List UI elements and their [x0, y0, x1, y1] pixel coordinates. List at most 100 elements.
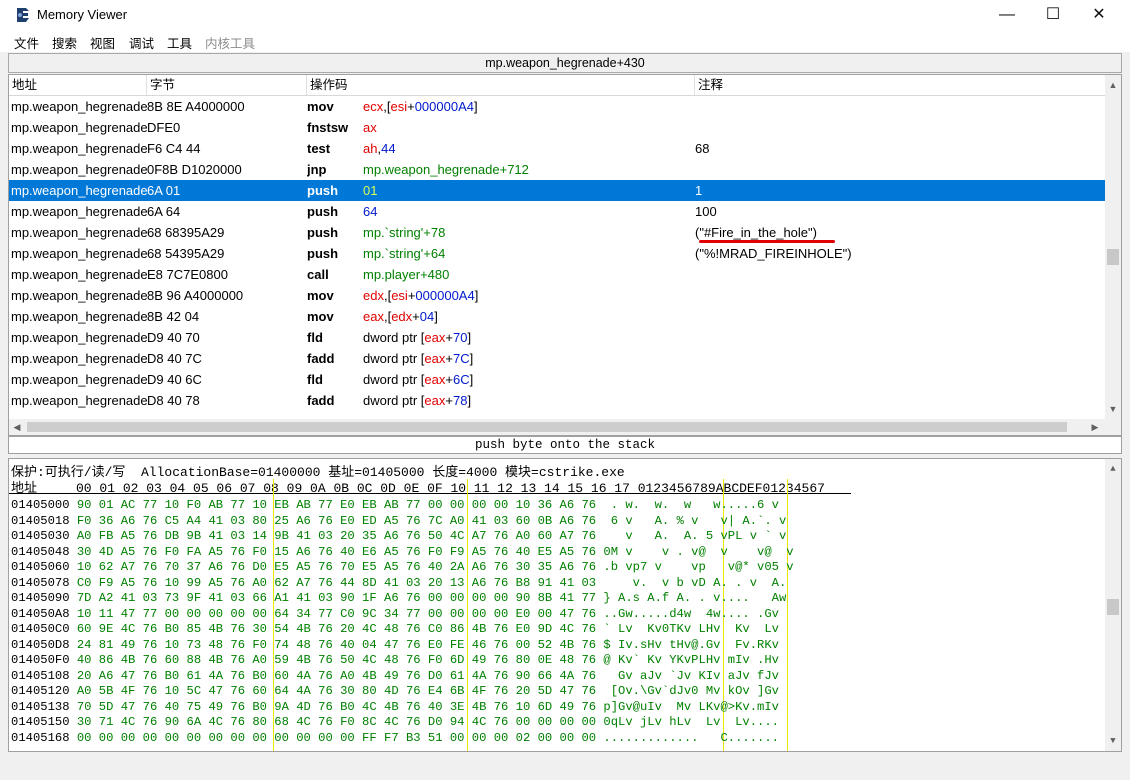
column-comment[interactable]: 注释: [695, 75, 1105, 95]
row-opcode: fnstsw: [307, 120, 349, 135]
row-bytes: DFE0: [147, 120, 181, 135]
hex-row[interactable]: 01405090 7D A2 41 03 73 9F 41 03 66 A1 4…: [11, 591, 786, 607]
row-operands: dword ptr [eax+70]: [363, 327, 693, 348]
row-bytes: D9 40 70: [147, 330, 200, 345]
row-operands: mp.`string'+78: [363, 222, 693, 243]
hex-row[interactable]: 01405000 90 01 AC 77 10 F0 AB 77 10 EB A…: [11, 498, 779, 514]
operand-token: 000000A4: [415, 288, 475, 303]
disassembler-horizontal-thumb[interactable]: [27, 422, 1067, 432]
disassembly-row[interactable]: mp.weapon_hegrenade 8B 96 A4000000 mov edx,…: [9, 285, 1105, 306]
column-opcode[interactable]: 操作码: [307, 75, 695, 95]
row-opcode: fadd: [307, 393, 335, 408]
disassembly-row[interactable]: mp.weapon_hegrenade D9 40 70 fld dword ptr …: [9, 327, 1105, 348]
hex-row-address: 01405108: [11, 668, 77, 683]
hex-row[interactable]: 01405168 00 00 00 00 00 00 00 00 00 00 0…: [11, 731, 779, 747]
hex-row-ascii: Gv aJv `Jv KIv aJv fJv: [603, 668, 779, 683]
hex-row[interactable]: 01405030 A0 FB A5 76 DB 9B 41 03 14 9B 4…: [11, 529, 786, 545]
hex-row[interactable]: 014050A8 10 11 47 77 00 00 00 00 00 64 3…: [11, 607, 779, 623]
scroll-down-arrow-icon[interactable]: ▼: [1105, 401, 1121, 417]
disassembler-vertical-scrollbar[interactable]: ▲ ▼: [1105, 75, 1121, 419]
hex-row[interactable]: 01405138 70 5D 47 76 40 75 49 76 B0 9A 4…: [11, 700, 779, 716]
close-button[interactable]: ✕: [1076, 0, 1122, 30]
hex-row[interactable]: 014050F0 40 86 4B 76 60 88 4B 76 A0 59 4…: [11, 653, 779, 669]
scroll-up-arrow-icon[interactable]: ▲: [1105, 461, 1121, 477]
row-opcode: fadd: [307, 351, 335, 366]
hex-group-separator: [787, 479, 788, 751]
operand-token: mp.`string'+64: [363, 246, 446, 261]
disassembler-address-bar[interactable]: mp.weapon_hegrenade+430: [8, 53, 1122, 73]
disassembler-vertical-thumb[interactable]: [1107, 249, 1119, 265]
row-address: mp.weapon_hegrenade: [11, 225, 147, 240]
cheat-engine-icon: [17, 8, 29, 22]
hex-row[interactable]: 01405060 10 62 A7 76 70 37 A6 76 D0 E5 A…: [11, 560, 794, 576]
title-bar: Memory Viewer — ☐ ✕: [0, 0, 1130, 30]
hex-row[interactable]: 01405150 30 71 4C 76 90 6A 4C 76 80 68 4…: [11, 715, 779, 731]
hex-row[interactable]: 01405018 F0 36 A6 76 C5 A4 41 03 80 25 A…: [11, 514, 786, 530]
scroll-right-arrow-icon[interactable]: ▶: [1087, 419, 1103, 435]
menu-kernel-tools[interactable]: 内核工具: [205, 33, 255, 52]
hex-row[interactable]: 01405048 30 4D A5 76 F0 FA A5 76 F0 15 A…: [11, 545, 794, 561]
scroll-left-arrow-icon[interactable]: ◀: [9, 419, 25, 435]
hex-row-bytes: 60 9E 4C 76 B0 85 4B 76 30 54 4B 76 20 4…: [76, 622, 604, 636]
hex-row-address: 014050D8: [11, 637, 77, 652]
disassembly-row[interactable]: mp.weapon_hegrenade D8 40 7C fadd dword ptr…: [9, 348, 1105, 369]
row-opcode: call: [307, 267, 329, 282]
operand-token: 7C: [452, 351, 470, 366]
disassembly-row[interactable]: mp.weapon_hegrenade 0F8B D1020000 jnp mp.we…: [9, 159, 1105, 180]
row-comment: 100: [695, 204, 717, 219]
operand-token: ]: [467, 393, 472, 408]
row-address: mp.weapon_hegrenade: [11, 393, 147, 408]
hex-row-ascii: . w. w. w w.....6 v: [603, 498, 779, 512]
disassembly-row[interactable]: mp.weapon_hegrenade 8B 42 04 mov eax,[edx+0…: [9, 306, 1105, 327]
hex-vertical-thumb[interactable]: [1107, 599, 1119, 615]
disassembler-horizontal-scrollbar[interactable]: ◀ ▶: [9, 419, 1121, 435]
maximize-button[interactable]: ☐: [1030, 0, 1076, 30]
hex-row[interactable]: 014050D8 24 81 49 76 10 73 48 76 F0 74 4…: [11, 638, 779, 654]
hex-row[interactable]: 014050C0 60 9E 4C 76 B0 85 4B 76 30 54 4…: [11, 622, 779, 638]
row-comment: 68: [695, 141, 710, 156]
hex-row[interactable]: 01405120 A0 5B 4F 76 10 5C 47 76 60 64 4…: [11, 684, 779, 700]
row-address: mp.weapon_hegrenade: [11, 267, 147, 282]
column-bytes[interactable]: 字节: [147, 75, 307, 95]
disassembly-row[interactable]: mp.weapon_hegrenade D8 40 78 fadd dword ptr…: [9, 390, 1105, 411]
operand-token: +: [412, 309, 420, 324]
hex-row-bytes: 00 00 00 00 00 00 00 00 00 00 00 00 00 F…: [76, 730, 604, 745]
scroll-down-arrow-icon[interactable]: ▼: [1105, 733, 1121, 749]
disassembly-row[interactable]: mp.weapon_hegrenade F6 C4 44 test ah,44 68: [9, 138, 1105, 159]
minimize-button[interactable]: —: [984, 0, 1030, 30]
hex-vertical-scrollbar[interactable]: ▲ ▼: [1105, 459, 1121, 751]
hex-row-ascii: ............. C.......: [603, 730, 779, 745]
menu-view[interactable]: 视图: [90, 33, 115, 52]
operand-token: eax: [424, 351, 446, 366]
disassembly-row[interactable]: mp.weapon_hegrenade 68 54395A29 push mp.`st…: [9, 243, 1105, 264]
disassembler-rows[interactable]: mp.weapon_hegrenade 8B 8E A4000000 mov ecx,…: [9, 96, 1105, 416]
menu-search[interactable]: 搜索: [52, 33, 77, 52]
disassembly-row[interactable]: mp.weapon_hegrenade DFE0 fnstsw ax: [9, 117, 1105, 138]
hex-row-ascii: } A.s A.f A. . v.... Aw: [603, 591, 787, 605]
hex-row[interactable]: 01405078 C0 F9 A5 76 10 99 A5 76 A0 62 A…: [11, 576, 786, 592]
hex-row-ascii: 6 v A. % v v| A.`. v: [603, 513, 787, 528]
hex-row[interactable]: 01405108 20 A6 47 76 B0 61 4A 76 B0 60 4…: [11, 669, 779, 685]
menu-tools[interactable]: 工具: [167, 33, 192, 52]
row-operands: mp.`string'+64: [363, 243, 693, 264]
hex-row-address: 01405030: [11, 529, 77, 543]
disassembly-row[interactable]: mp.weapon_hegrenade D9 40 6C fld dword ptr …: [9, 369, 1105, 390]
operand-token: 64: [363, 204, 378, 219]
disassembly-row[interactable]: mp.weapon_hegrenade 8B 8E A4000000 mov ecx,…: [9, 96, 1105, 117]
disassembly-row[interactable]: mp.weapon_hegrenade 68 68395A29 push mp.`st…: [9, 222, 1105, 243]
disassembler-panel[interactable]: 地址 字节 操作码 注释 mp.weapon_hegrenade 8B 8E A4…: [8, 74, 1122, 436]
menu-file[interactable]: 文件: [14, 33, 39, 52]
disassembly-row[interactable]: mp.weapon_hegrenade 6A 01 push 01 1: [9, 180, 1105, 201]
menu-debug[interactable]: 调试: [129, 33, 154, 52]
row-bytes: F6 C4 44: [147, 141, 201, 156]
row-bytes: D8 40 78: [147, 393, 200, 408]
hex-row-bytes: A0 FB A5 76 DB 9B 41 03 14 9B 41 03 20 3…: [76, 529, 604, 543]
disassembly-row[interactable]: mp.weapon_hegrenade E8 7C7E0800 call mp.pla…: [9, 264, 1105, 285]
disassembly-row[interactable]: mp.weapon_hegrenade 6A 64 push 64 100: [9, 201, 1105, 222]
scroll-up-arrow-icon[interactable]: ▲: [1105, 77, 1121, 93]
operand-token: eax: [424, 372, 446, 387]
column-address[interactable]: 地址: [9, 75, 147, 95]
hex-view-panel[interactable]: 保护:可执行/读/写 AllocationBase=01400000 基址=01…: [8, 458, 1122, 752]
operand-token: 44: [381, 141, 396, 156]
row-operands: dword ptr [eax+78]: [363, 390, 693, 411]
